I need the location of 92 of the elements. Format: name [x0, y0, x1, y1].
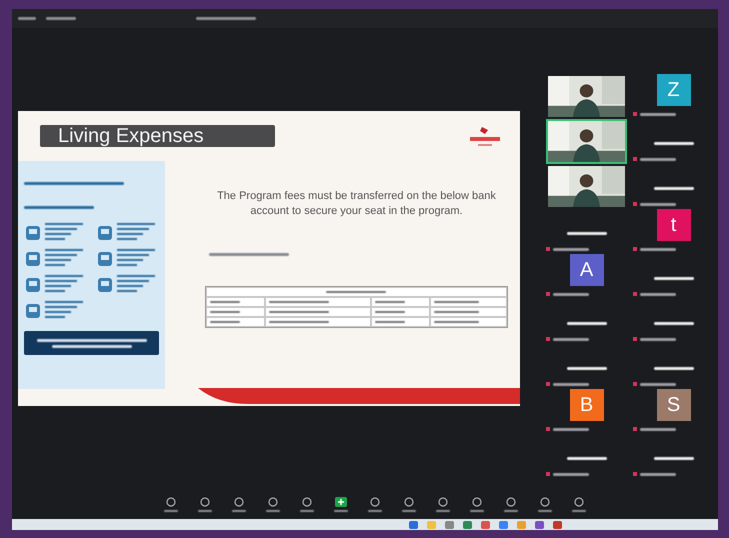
toolbar-button[interactable]: [400, 494, 418, 514]
circle-icon: [268, 496, 278, 506]
slide-title: Living Expenses: [40, 125, 275, 147]
blurred-text: [654, 367, 694, 370]
blurred-text: [640, 292, 676, 296]
blurred-text: [45, 223, 85, 243]
toolbar-button[interactable]: [162, 494, 180, 514]
slide-text: The Program fees must be transferred on the below bank account to secure your seat in the program.: [216, 189, 497, 219]
blurred-text: [654, 457, 694, 460]
expense-icon: [96, 275, 114, 295]
circle-icon: [234, 496, 244, 506]
blurred-text: [654, 187, 694, 190]
blurred-text: [566, 457, 606, 460]
blurred-text: [45, 249, 85, 269]
blurred-text: [553, 382, 589, 386]
muted-mic-icon: [546, 292, 550, 296]
blurred-text: [553, 338, 589, 340]
muted-mic-icon: [633, 337, 637, 341]
avatar-initial: A: [570, 254, 604, 286]
blurred-text: [566, 322, 606, 325]
expense-icon: [24, 275, 42, 295]
muted-mic-icon: [633, 427, 637, 431]
blurred-text: [640, 202, 676, 206]
circle-icon: [438, 496, 448, 506]
blurred-text: [553, 248, 589, 250]
muted-mic-icon: [633, 202, 637, 206]
blurred-text: [640, 428, 676, 430]
avatar-initial: t: [656, 209, 690, 241]
toolbar-button[interactable]: [196, 494, 214, 514]
circle-icon: [574, 496, 584, 506]
circle-icon: [472, 496, 482, 506]
expense-icon: [96, 249, 114, 269]
toolbar-button[interactable]: [502, 494, 520, 514]
muted-mic-icon: [633, 112, 637, 116]
blurred-text: [196, 17, 256, 20]
circle-icon: [506, 496, 516, 506]
muted-mic-icon: [633, 247, 637, 251]
blurred-text: [553, 428, 589, 430]
blurred-text: [654, 277, 694, 280]
avatar-initial: S: [656, 389, 690, 421]
circle-icon: [404, 496, 414, 506]
blurred-text: [566, 367, 606, 370]
avatar-initial: B: [570, 389, 604, 421]
expense-icon: [24, 301, 42, 321]
blurred-text: [566, 232, 606, 235]
expense-icon: [24, 223, 42, 243]
blurred-text: [640, 472, 676, 476]
circle-icon: [166, 496, 176, 506]
blurred-text: [640, 248, 676, 250]
toolbar-button[interactable]: [570, 494, 588, 514]
toolbar-button[interactable]: [264, 494, 282, 514]
muted-mic-icon: [546, 472, 550, 476]
toolbar-button[interactable]: [366, 494, 384, 514]
muted-mic-icon: [546, 427, 550, 431]
blurred-text: [45, 301, 85, 321]
expense-icon: [96, 223, 114, 243]
expense-icon: [24, 249, 42, 269]
blurred-text: [640, 158, 676, 160]
blurred-text: [46, 17, 76, 20]
blurred-text: [640, 112, 676, 116]
blurred-text: [553, 472, 589, 476]
muted-mic-icon: [633, 292, 637, 296]
blurred-text: [116, 275, 156, 295]
avatar-initial: Z: [656, 74, 690, 106]
blurred-text: [116, 249, 156, 269]
blurred-text: [45, 275, 85, 295]
toolbar-button[interactable]: [536, 494, 554, 514]
circle-icon: [540, 496, 550, 506]
muted-mic-icon: [546, 247, 550, 251]
share-icon: [335, 496, 347, 506]
circle-icon: [370, 496, 380, 506]
circle-icon: [302, 496, 312, 506]
muted-mic-icon: [633, 382, 637, 386]
toolbar-button[interactable]: [298, 494, 316, 514]
blurred-text: [116, 223, 156, 243]
blurred-text: [654, 322, 694, 325]
muted-mic-icon: [633, 472, 637, 476]
muted-mic-icon: [546, 337, 550, 341]
logo-icon: [468, 125, 502, 149]
circle-icon: [200, 496, 210, 506]
blurred-text: [553, 292, 589, 296]
toolbar-button[interactable]: [230, 494, 248, 514]
blurred-text: [18, 17, 36, 20]
blurred-text: [640, 382, 676, 386]
toolbar-button[interactable]: [434, 494, 452, 514]
blurred-text: [640, 338, 676, 340]
share-button[interactable]: [332, 494, 350, 514]
blurred-text: [24, 206, 94, 209]
muted-mic-icon: [633, 157, 637, 161]
blurred-text: [654, 142, 694, 145]
muted-mic-icon: [546, 382, 550, 386]
toolbar-button[interactable]: [468, 494, 486, 514]
